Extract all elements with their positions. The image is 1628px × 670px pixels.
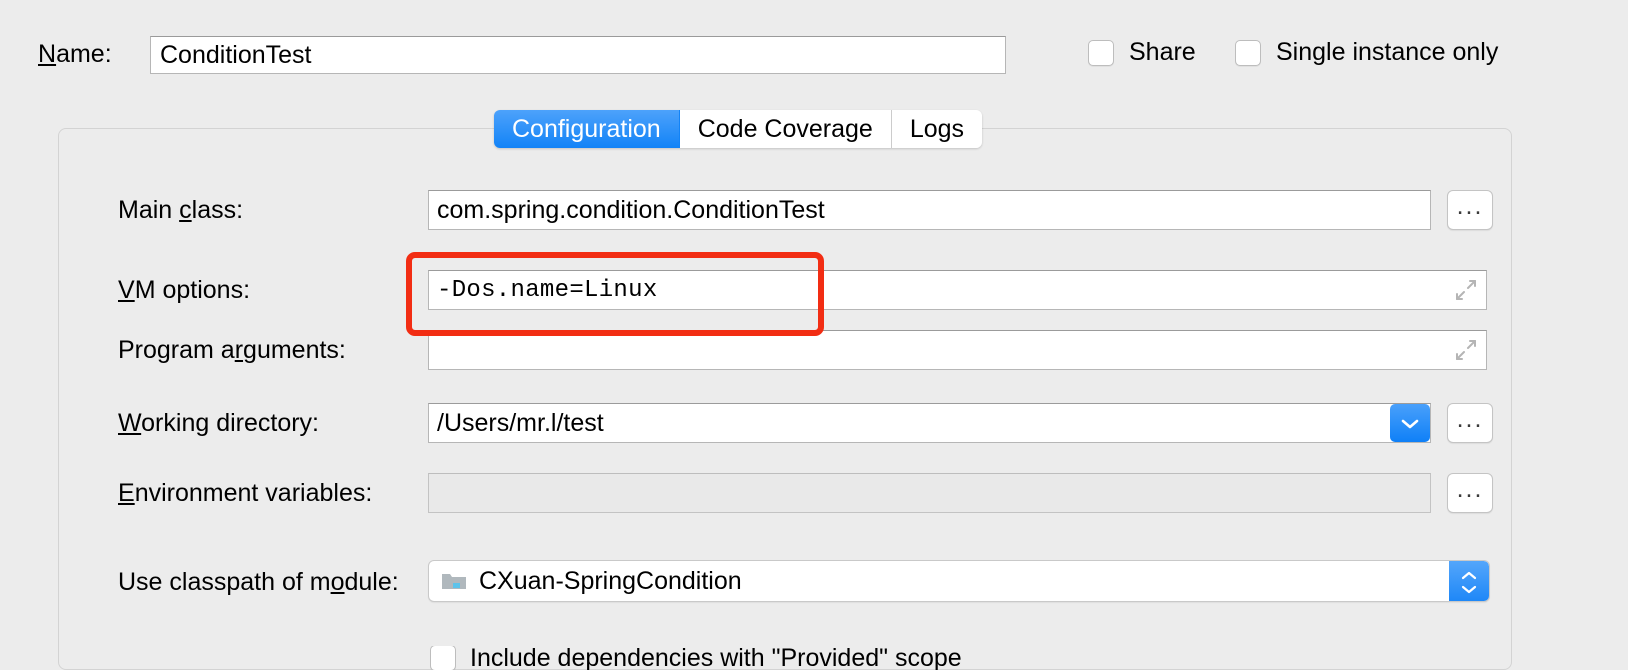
working-directory-browse-button[interactable]: ...	[1447, 403, 1493, 443]
include-provided-scope-checkbox[interactable]	[430, 646, 456, 670]
share-checkbox[interactable]	[1088, 40, 1114, 66]
working-directory-label-mnemonic: W	[118, 409, 141, 437]
share-checkbox-row[interactable]: Share	[1088, 38, 1196, 67]
working-directory-row: Working directory: /Users/mr.l/test ...	[58, 401, 1512, 445]
program-arguments-label-pre: Program a	[118, 336, 235, 364]
expand-arrows-icon[interactable]	[1454, 338, 1478, 362]
environment-variables-browse-button[interactable]: ...	[1447, 473, 1493, 513]
name-label-mnemonic: N	[38, 40, 56, 68]
vm-options-field[interactable]: -Dos.name=Linux	[428, 270, 1487, 310]
main-class-label: Main class:	[118, 196, 478, 225]
main-class-browse-button[interactable]: ...	[1447, 190, 1493, 230]
vm-options-label-mnemonic: V	[118, 276, 135, 304]
tab-logs[interactable]: Logs	[892, 110, 982, 148]
expand-arrows-icon[interactable]	[1454, 278, 1478, 302]
environment-variables-row: Environment variables: ...	[58, 471, 1512, 515]
environment-variables-label: Environment variables:	[118, 479, 478, 508]
working-directory-value: /Users/mr.l/test	[437, 409, 604, 438]
classpath-module-label-pre: Use classpath of m	[118, 568, 331, 596]
classpath-module-row: Use classpath of module: CXuan-SpringCon…	[58, 560, 1512, 604]
main-class-value: com.spring.condition.ConditionTest	[437, 196, 825, 225]
classpath-module-value: CXuan-SpringCondition	[479, 567, 742, 596]
classpath-module-label-post: dule:	[345, 568, 399, 596]
environment-variables-label-post: nvironment variables:	[135, 479, 373, 507]
name-label: Name:	[38, 40, 112, 69]
single-instance-checkbox-row[interactable]: Single instance only	[1235, 38, 1498, 67]
working-directory-label-post: orking directory:	[141, 409, 319, 437]
name-row: Name: Share Single instance only	[0, 0, 1628, 96]
program-arguments-label-post: guments:	[243, 336, 346, 364]
vm-options-label-post: M options:	[135, 276, 250, 304]
up-down-stepper-icon[interactable]	[1449, 561, 1489, 602]
chevron-down-icon[interactable]	[1390, 404, 1430, 442]
vm-options-label: VM options:	[118, 276, 478, 305]
environment-variables-field[interactable]	[428, 473, 1431, 513]
share-checkbox-label: Share	[1129, 38, 1196, 67]
tab-bar: Configuration Code Coverage Logs	[494, 110, 982, 148]
single-instance-checkbox[interactable]	[1235, 40, 1261, 66]
program-arguments-label-mnemonic: r	[235, 336, 243, 364]
include-provided-scope-row[interactable]: Include dependencies with "Provided" sco…	[430, 646, 962, 670]
tab-code-coverage[interactable]: Code Coverage	[680, 110, 892, 148]
include-provided-scope-label: Include dependencies with "Provided" sco…	[470, 646, 962, 670]
main-class-label-mnemonic: c	[179, 196, 192, 224]
environment-variables-label-mnemonic: E	[118, 479, 135, 507]
classpath-module-label-mnemonic: o	[331, 568, 345, 596]
tab-configuration[interactable]: Configuration	[494, 110, 680, 148]
module-folder-icon	[441, 570, 467, 592]
main-class-label-post: lass:	[192, 196, 243, 224]
run-debug-configuration-dialog: Name: Share Single instance only Configu…	[0, 0, 1628, 670]
single-instance-checkbox-label: Single instance only	[1276, 38, 1498, 67]
main-class-row: Main class: com.spring.condition.Conditi…	[58, 188, 1512, 232]
program-arguments-row: Program arguments:	[58, 328, 1512, 372]
program-arguments-field[interactable]	[428, 330, 1487, 370]
name-input[interactable]	[150, 36, 1006, 74]
main-class-field[interactable]: com.spring.condition.ConditionTest	[428, 190, 1431, 230]
working-directory-label: Working directory:	[118, 409, 478, 438]
working-directory-field[interactable]: /Users/mr.l/test	[428, 403, 1431, 443]
classpath-module-label: Use classpath of module:	[118, 568, 478, 597]
vm-options-row: VM options: -Dos.name=Linux	[58, 268, 1512, 312]
configuration-form: Main class: com.spring.condition.Conditi…	[58, 128, 1512, 670]
classpath-module-combo[interactable]: CXuan-SpringCondition	[428, 560, 1490, 602]
vm-options-value: -Dos.name=Linux	[437, 277, 658, 304]
main-class-label-pre: Main	[118, 196, 179, 224]
name-label-text: ame:	[56, 40, 112, 68]
program-arguments-label: Program arguments:	[118, 336, 478, 365]
